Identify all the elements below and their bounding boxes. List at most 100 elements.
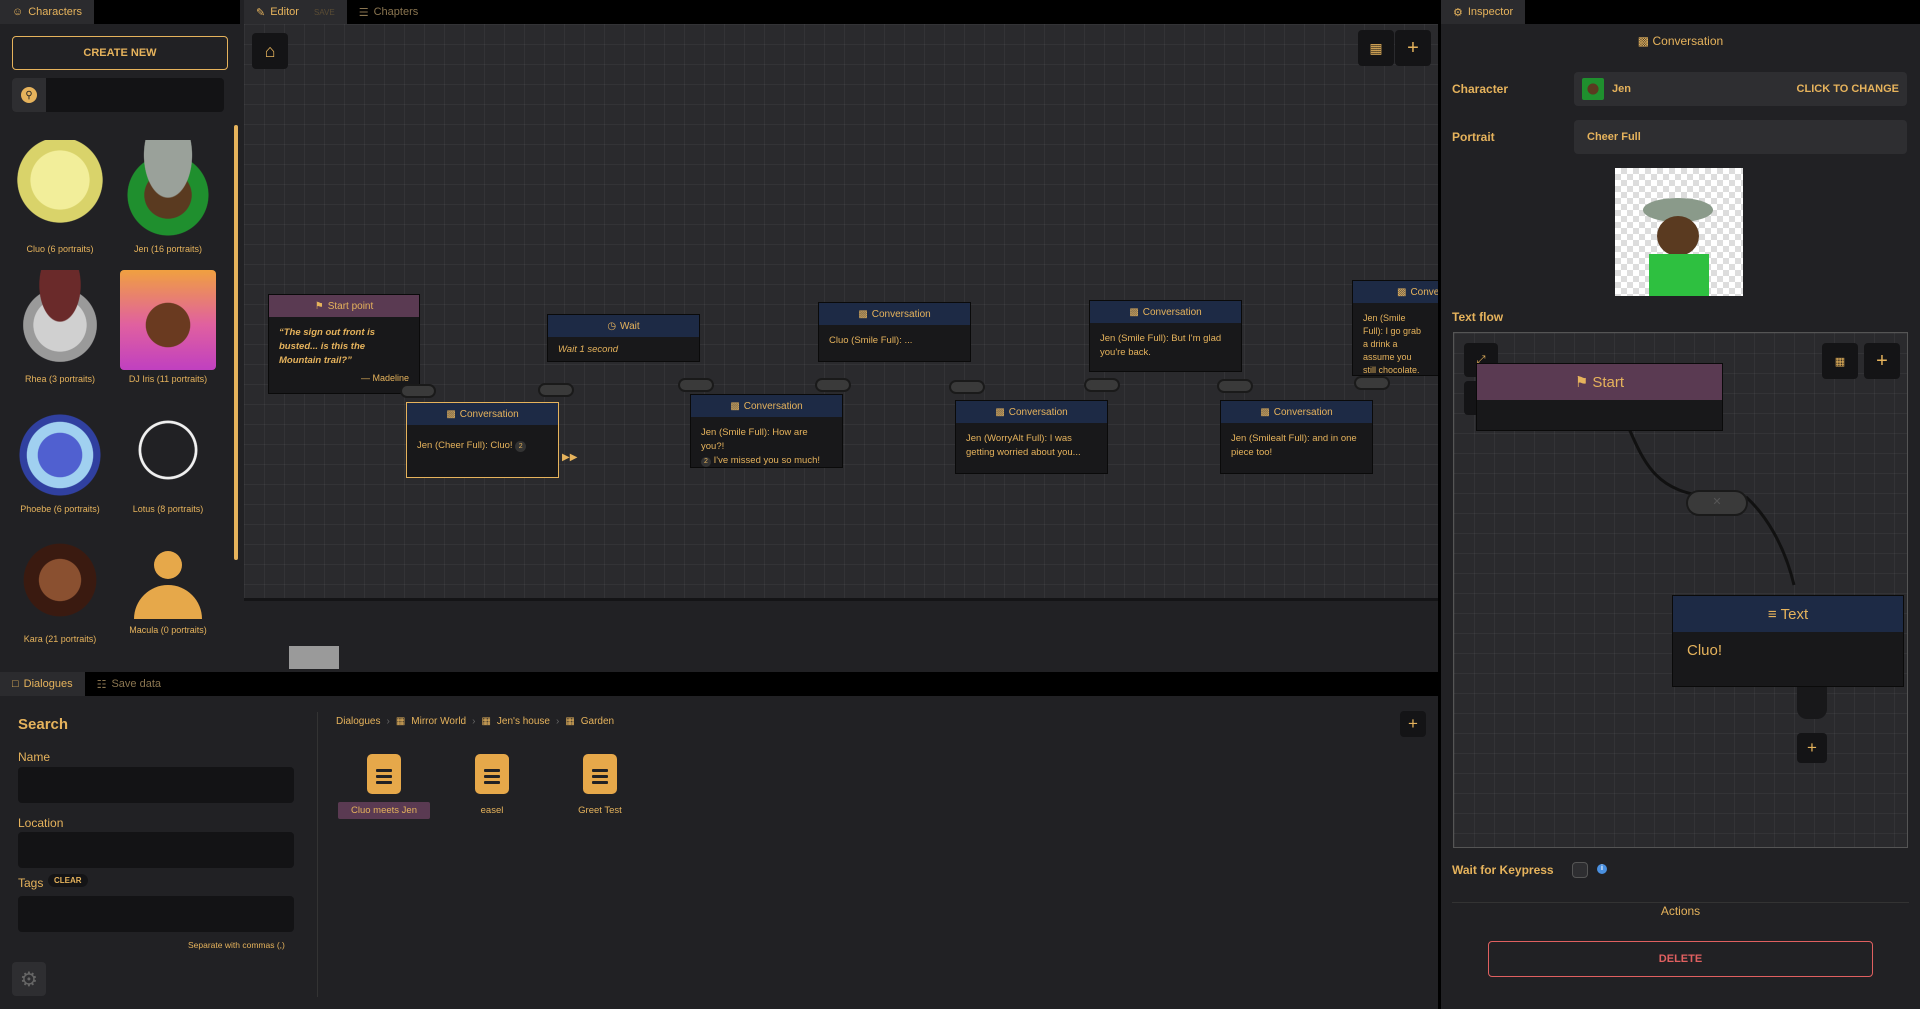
add-child-button[interactable]: + [1797,733,1827,763]
character-portrait [12,270,108,370]
portrait-preview [1615,168,1743,296]
document-icon [583,754,617,794]
tags-input[interactable] [18,896,294,932]
character-card[interactable]: Macula (0 portraits) [114,545,222,635]
node-port[interactable] [400,384,436,398]
conversation-node[interactable]: ▩ Conve Jen (Smile Full): I go grab a dri… [1352,280,1438,376]
add-node-button[interactable]: + [1395,30,1431,66]
character-card[interactable]: Jen (16 portraits) [114,140,222,254]
folder-icon: ▦ [395,716,406,727]
character-card[interactable]: Lotus (8 portraits) [114,400,222,514]
node-port[interactable] [678,378,714,392]
flow-start-node[interactable]: ⚑ Start [1476,363,1723,431]
conversation-node[interactable]: ▩ Conversation Jen (Smile Full): How are … [690,394,843,468]
start-point-node[interactable]: ⚑ Start point “The sign out front is bust… [268,294,420,394]
delete-button[interactable]: DELETE [1488,941,1873,977]
folder-icon: □ [12,678,19,690]
dialogue-file[interactable]: Greet Test [554,754,646,819]
folder-icon: ▦ [481,716,491,727]
wait-node[interactable]: ◷ Wait Wait 1 second [547,314,700,362]
character-portrait [12,140,108,240]
location-input[interactable] [18,832,294,868]
node-port[interactable] [1797,687,1827,719]
document-icon [475,754,509,794]
breadcrumb-item[interactable]: Mirror World [411,716,466,727]
portrait-selector[interactable]: Cheer Full [1574,120,1907,154]
add-dialogue-button[interactable]: + [1400,711,1426,737]
character-card[interactable]: Rhea (3 portraits) [6,270,114,384]
preview-thumbnail[interactable] [289,646,339,669]
folder-icon: ▦ [565,716,575,727]
database-icon: ☷ [96,678,107,691]
dialogue-file[interactable]: Cluo meets Jen [338,754,430,819]
character-card[interactable]: DJ Iris (11 portraits) [114,270,222,384]
plus-icon: + [1407,36,1419,59]
wait-keypress-checkbox[interactable] [1572,862,1588,878]
conversation-node[interactable]: ▩ Conversation Cluo (Smile Full): ... [818,302,971,362]
character-card[interactable]: Phoebe (6 portraits) [6,400,114,514]
create-new-button[interactable]: CREATE NEW [12,36,228,70]
presentation-button[interactable]: ▦ [1822,343,1858,379]
node-canvas[interactable]: ⌂ ▦ + ⚑ Start point “The sign out front i… [244,24,1438,598]
conversation-node-selected[interactable]: ▩ Conversation Jen (Cheer Full): Cluo! 2 [406,402,559,478]
next-arrow-icon[interactable]: ▶▶ [562,452,577,463]
node-port[interactable] [815,378,851,392]
character-portrait [12,400,108,500]
home-button[interactable]: ⌂ [252,33,288,69]
characters-tabbar: ☺ Characters [0,0,240,24]
name-input[interactable] [18,767,294,803]
line-count-badge: 2 [701,457,711,467]
info-icon[interactable]: i [1597,864,1607,874]
character-selector[interactable]: Jen CLICK TO CHANGE [1574,72,1907,106]
character-card[interactable]: Cluo (6 portraits) [6,140,114,254]
chat-icon: ▩ [995,406,1005,418]
conversation-node[interactable]: ▩ Conversation Jen (Smilealt Full): and i… [1220,400,1373,474]
chat-icon: ▩ [1637,34,1650,48]
home-icon: ⌂ [264,40,276,61]
breadcrumb-item[interactable]: Dialogues [336,716,380,727]
character-search-input[interactable]: ⚲ [12,78,224,112]
node-port[interactable]: ✕ [1686,490,1748,516]
search-title: Search [18,716,69,733]
tab-characters[interactable]: ☺ Characters [0,0,95,24]
text-flow-canvas[interactable]: ⤢ ⌂ ▦ + ⚑Start ✕ ≡Text Cluo! + [1453,332,1908,848]
flag-icon: ⚑ [1574,374,1589,391]
settings-button[interactable]: ⚙ [12,962,46,996]
search-icon: ⚲ [12,78,46,112]
flow-text-node[interactable]: ≡ Text Cluo! [1672,595,1904,687]
gear-icon: ⚙ [20,968,38,991]
tab-chapters[interactable]: ☰ Chapters [347,0,431,24]
character-card[interactable]: Kara (21 portraits) [6,530,114,644]
clock-icon: ◷ [607,320,617,332]
tab-inspector[interactable]: ⚙ Inspector [1441,0,1526,24]
tab-save-data[interactable]: ☷ Save data [85,672,173,696]
add-node-button[interactable]: + [1864,343,1900,379]
gear-icon: ⚙ [1453,6,1463,19]
tab-dialogues[interactable]: □ Dialogues [0,672,85,696]
breadcrumb-item[interactable]: Garden [581,716,614,727]
chat-icon: ▩ [446,408,456,420]
node-port[interactable] [538,383,574,397]
node-header: ≡ Text [1673,596,1903,632]
character-portrait [120,270,216,370]
tab-editor[interactable]: ✎ Editor SAVE [244,0,347,24]
breadcrumb-item[interactable]: Jen's house [497,716,550,727]
node-port[interactable] [949,380,985,394]
chevron-right-icon: › [472,716,476,727]
dialogue-file[interactable]: easel [446,754,538,819]
clear-tags-button[interactable]: CLEAR [48,874,88,887]
node-port[interactable] [1084,378,1120,392]
dialogues-tabbar: □ Dialogues ☷ Save data [0,672,1438,696]
node-port[interactable] [1217,379,1253,393]
wait-keypress-label: Wait for Keypress [1452,863,1554,877]
line-count-badge: 2 [515,441,527,452]
character-list-scrollbar[interactable] [234,125,238,560]
save-button[interactable]: SAVE [314,8,335,17]
presentation-button[interactable]: ▦ [1358,30,1394,66]
conversation-node[interactable]: ▩ Conversation Jen (Smile Full): But I'm … [1089,300,1242,372]
character-thumb [1582,78,1604,100]
divider [317,712,318,997]
node-header: ▩ Conve [1353,281,1438,303]
conversation-node[interactable]: ▩ Conversation Jen (WorryAlt Full): I was… [955,400,1108,474]
character-portrait [120,400,216,500]
